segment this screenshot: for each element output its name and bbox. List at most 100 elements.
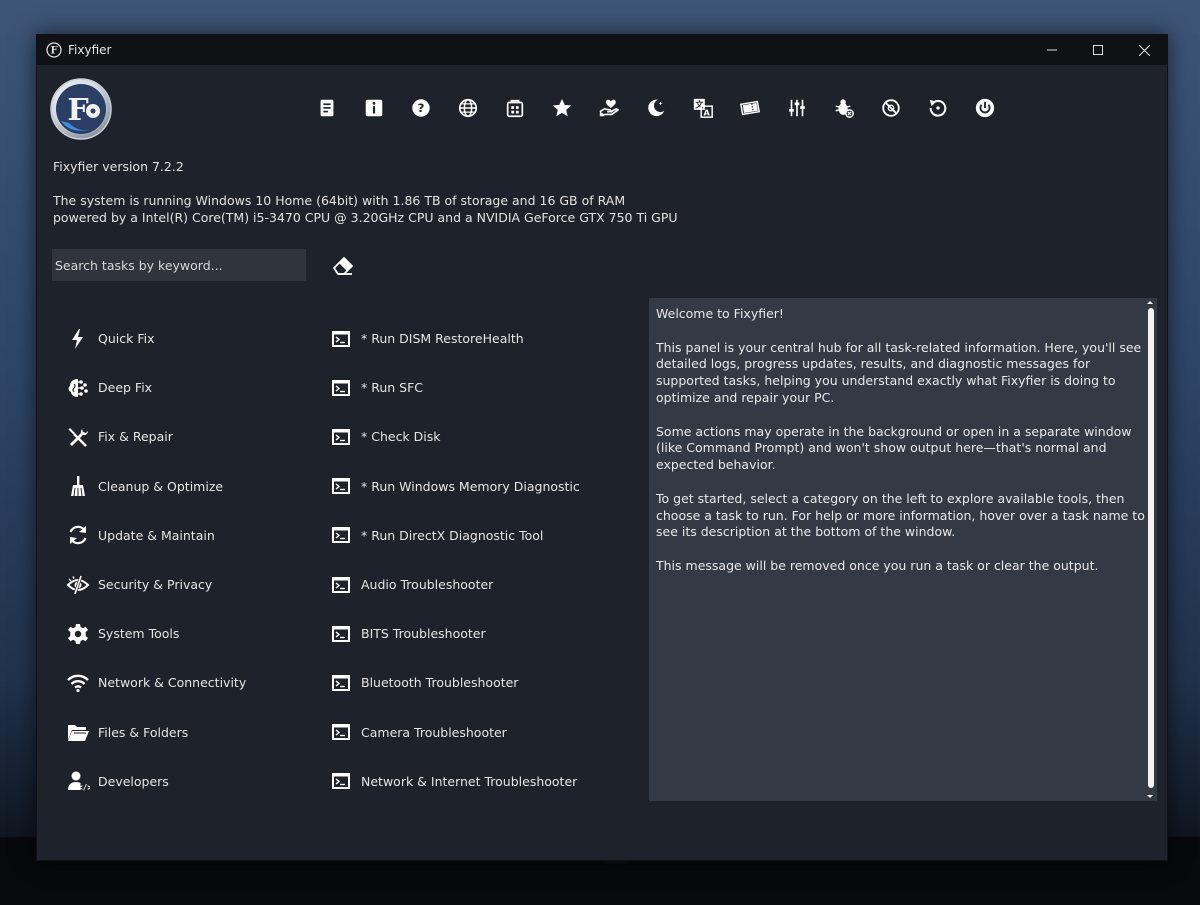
svg-text:F: F bbox=[67, 93, 88, 128]
restore-button[interactable] bbox=[914, 95, 961, 121]
app-window: F Fixyfier F ? 文 A Fixyfier version 7.2.… bbox=[36, 34, 1168, 861]
category-label: Network & Connectivity bbox=[98, 675, 247, 691]
category-list: Quick Fix Deep Fix Fix & Repair Cleanup … bbox=[65, 314, 246, 806]
terminal-icon bbox=[332, 478, 350, 495]
bug-icon bbox=[835, 99, 854, 118]
app-logo-icon: F bbox=[46, 42, 62, 58]
output-paragraph: This message will be removed once you ru… bbox=[656, 557, 1099, 573]
sysinfo-line-2: powered by a Intel(R) Core(TM) i5-3470 C… bbox=[53, 210, 678, 225]
category-network-connectivity[interactable]: Network & Connectivity bbox=[65, 658, 246, 707]
output-paragraph: To get started, select a category on the… bbox=[656, 490, 1145, 540]
category-deep-fix[interactable]: Deep Fix bbox=[65, 363, 246, 412]
version-label: Fixyfier version 7.2.2 bbox=[53, 159, 184, 174]
donate-button[interactable] bbox=[585, 95, 632, 121]
scroll-down-arrow[interactable] bbox=[1147, 795, 1153, 798]
task-label: * Run SFC bbox=[361, 380, 424, 396]
wifi-icon bbox=[67, 674, 89, 693]
scroll-up-arrow[interactable] bbox=[1147, 301, 1153, 304]
task-directx-diagnostic[interactable]: * Run DirectX Diagnostic Tool bbox=[331, 511, 580, 560]
task-label: Network & Internet Troubleshooter bbox=[361, 773, 578, 789]
language-button[interactable] bbox=[444, 95, 491, 121]
category-fix-repair[interactable]: Fix & Repair bbox=[65, 412, 246, 461]
window-title: Fixyfier bbox=[68, 43, 112, 57]
category-label: Update & Maintain bbox=[98, 527, 215, 543]
maximize-button[interactable] bbox=[1075, 35, 1121, 65]
task-check-disk[interactable]: * Check Disk bbox=[331, 412, 580, 461]
store-button[interactable] bbox=[491, 95, 538, 121]
globe-icon bbox=[458, 98, 477, 118]
power-icon bbox=[975, 98, 994, 118]
settings-button[interactable] bbox=[773, 95, 820, 121]
search-input[interactable] bbox=[52, 249, 306, 281]
close-button[interactable] bbox=[1121, 35, 1167, 65]
category-label: Developers bbox=[98, 773, 169, 789]
license-button[interactable] bbox=[726, 95, 773, 121]
clear-search-button[interactable] bbox=[331, 254, 355, 276]
folder-icon bbox=[68, 725, 89, 742]
block-button[interactable] bbox=[867, 95, 914, 121]
terminal-icon bbox=[332, 576, 350, 593]
toolbar: ? 文A bbox=[303, 95, 1008, 121]
category-label: Fix & Repair bbox=[98, 429, 173, 445]
category-files-folders[interactable]: Files & Folders bbox=[65, 708, 246, 757]
eye-slash-icon bbox=[66, 575, 90, 595]
task-network-troubleshooter[interactable]: Network & Internet Troubleshooter bbox=[331, 757, 580, 806]
svg-text:F: F bbox=[50, 46, 57, 57]
ticket-icon bbox=[739, 100, 760, 116]
maximize-icon bbox=[1093, 45, 1103, 55]
task-bluetooth-troubleshooter[interactable]: Bluetooth Troubleshooter bbox=[331, 658, 580, 707]
svg-text:?: ? bbox=[417, 101, 424, 115]
refresh-icon bbox=[69, 526, 87, 545]
info-button[interactable] bbox=[350, 95, 397, 121]
minimize-button[interactable] bbox=[1029, 35, 1075, 65]
help-button[interactable]: ? bbox=[397, 95, 444, 121]
translate-icon: 文A bbox=[693, 98, 713, 118]
task-run-sfc[interactable]: * Run SFC bbox=[331, 363, 580, 412]
tools-icon bbox=[68, 427, 89, 447]
task-memory-diagnostic[interactable]: * Run Windows Memory Diagnostic bbox=[331, 462, 580, 511]
developer-icon: </> bbox=[68, 771, 90, 792]
notes-button[interactable] bbox=[303, 95, 350, 121]
bolt-icon bbox=[72, 328, 83, 349]
heart-hand-icon bbox=[598, 99, 619, 117]
task-run-dism[interactable]: * Run DISM RestoreHealth bbox=[331, 314, 580, 363]
task-label: * Check Disk bbox=[361, 429, 441, 445]
translate-button[interactable]: 文A bbox=[679, 95, 726, 121]
task-camera-troubleshooter[interactable]: Camera Troubleshooter bbox=[331, 708, 580, 757]
theme-button[interactable] bbox=[632, 95, 679, 121]
info-icon bbox=[365, 99, 382, 117]
eraser-icon bbox=[333, 257, 353, 275]
output-panel[interactable]: Welcome to Fixyfier! This panel is your … bbox=[649, 298, 1157, 801]
task-bits-troubleshooter[interactable]: BITS Troubleshooter bbox=[331, 609, 580, 658]
category-label: Quick Fix bbox=[98, 331, 155, 347]
terminal-icon bbox=[332, 674, 350, 691]
task-label: * Run Windows Memory Diagnostic bbox=[361, 478, 580, 494]
minimize-icon bbox=[1047, 49, 1057, 51]
terminal-icon bbox=[332, 330, 350, 347]
category-system-tools[interactable]: System Tools bbox=[65, 609, 246, 658]
terminal-icon bbox=[332, 379, 350, 396]
output-scrollbar[interactable] bbox=[1148, 308, 1154, 788]
task-label: * Run DISM RestoreHealth bbox=[361, 331, 524, 347]
task-label: Bluetooth Troubleshooter bbox=[361, 675, 519, 691]
store-icon bbox=[506, 99, 523, 118]
favorites-button[interactable] bbox=[538, 95, 585, 121]
bug-report-button[interactable] bbox=[820, 95, 867, 121]
terminal-icon bbox=[332, 773, 350, 790]
terminal-icon bbox=[332, 527, 350, 544]
power-button[interactable] bbox=[961, 95, 1008, 121]
task-audio-troubleshooter[interactable]: Audio Troubleshooter bbox=[331, 560, 580, 609]
gear-icon bbox=[68, 623, 88, 644]
category-security-privacy[interactable]: Security & Privacy bbox=[65, 560, 246, 609]
task-label: Camera Troubleshooter bbox=[361, 724, 507, 740]
category-developers[interactable]: </> Developers bbox=[65, 757, 246, 806]
category-update-maintain[interactable]: Update & Maintain bbox=[65, 511, 246, 560]
fixyfier-logo: F bbox=[50, 78, 112, 140]
help-icon: ? bbox=[411, 99, 430, 117]
output-paragraph: Some actions may operate in the backgrou… bbox=[656, 423, 1132, 473]
category-cleanup-optimize[interactable]: Cleanup & Optimize bbox=[65, 462, 246, 511]
category-quick-fix[interactable]: Quick Fix bbox=[65, 314, 246, 363]
terminal-icon bbox=[332, 625, 350, 642]
star-icon bbox=[552, 98, 571, 117]
title-bar[interactable]: F Fixyfier bbox=[37, 35, 1167, 65]
